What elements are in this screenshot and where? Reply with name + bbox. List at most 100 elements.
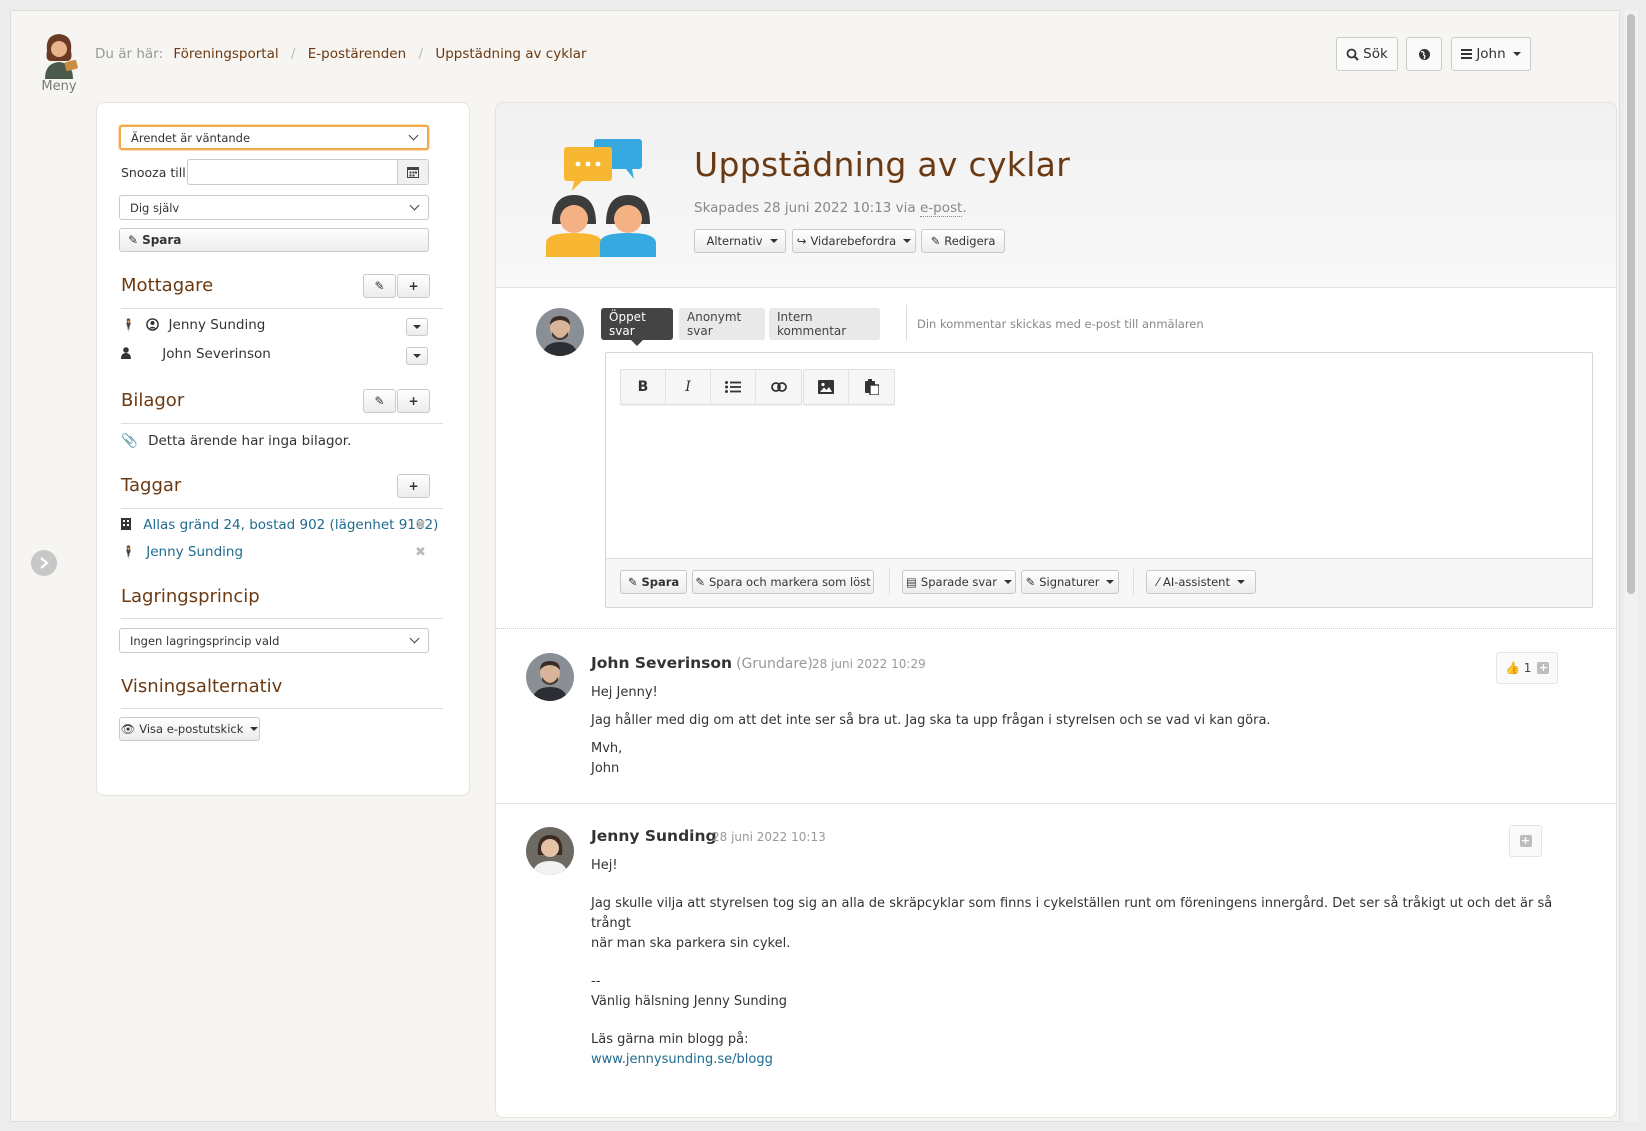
- created-via-link[interactable]: e-post: [920, 200, 963, 217]
- tag-item[interactable]: Allas gränd 24, bostad 902 (lägenhet 910…: [121, 517, 438, 533]
- blog-link[interactable]: www.jennysunding.se/blogg: [591, 1052, 773, 1067]
- message-author-name: Jenny Sunding: [591, 827, 717, 845]
- signatures-button[interactable]: ✎ Signaturer: [1021, 570, 1119, 594]
- recipient-options-dropdown[interactable]: [406, 318, 428, 336]
- section-divider: [121, 508, 443, 509]
- edit-attachments-button[interactable]: ✎: [363, 389, 396, 413]
- expand-sidebar-button[interactable]: [31, 550, 57, 576]
- add-tag-button[interactable]: +: [397, 474, 430, 498]
- view-email-dispatches-button[interactable]: 👁 Visa e-postutskick: [119, 717, 260, 741]
- ticket-header: Uppstädning av cyklar Skapades 28 juni 2…: [496, 103, 1616, 288]
- image-icon: [818, 380, 834, 394]
- assignee-select[interactable]: Dig själv: [119, 195, 429, 220]
- calendar-button[interactable]: [397, 160, 428, 184]
- tag-item[interactable]: 🕴 Jenny Sunding: [121, 544, 243, 560]
- list-button[interactable]: [711, 370, 756, 404]
- ticket-main: Uppstädning av cyklar Skapades 28 juni 2…: [495, 102, 1617, 1118]
- save-reply-button[interactable]: ✎ Spara: [620, 570, 687, 594]
- caret-down-icon: [413, 325, 421, 329]
- search-button[interactable]: Sök: [1336, 37, 1398, 71]
- edit-ticket-button[interactable]: ✎ Redigera: [921, 229, 1005, 253]
- message-line: John: [591, 761, 620, 776]
- forward-button[interactable]: ↪ Vidarebefordra: [792, 229, 916, 253]
- saved-replies-label: Sparade svar: [920, 575, 997, 589]
- scrollbar-thumb[interactable]: [1627, 14, 1635, 594]
- user-menu-button[interactable]: John: [1451, 37, 1531, 71]
- tab-open-reply[interactable]: Öppet svar: [601, 308, 673, 346]
- reaction-bar: +: [1509, 825, 1542, 857]
- menu-label[interactable]: Meny: [31, 79, 87, 94]
- add-attachment-button[interactable]: +: [397, 389, 430, 413]
- reaction-count: 1: [1523, 661, 1532, 675]
- view-email-dispatches-label: Visa e-postutskick: [139, 722, 244, 736]
- ai-assistant-button[interactable]: ⁄ AI-assistent: [1146, 570, 1256, 594]
- snooze-field[interactable]: [187, 159, 429, 185]
- caret-down-icon: [769, 239, 778, 243]
- breadcrumb-item-email-cases[interactable]: E-postärenden: [308, 46, 406, 62]
- status-select-value: Ärendet är väntande: [131, 130, 251, 145]
- paste-button[interactable]: [849, 370, 894, 404]
- assignee-select-value: Dig själv: [130, 200, 180, 215]
- edit-recipients-button[interactable]: ✎: [363, 274, 396, 298]
- author-avatar: [526, 653, 574, 701]
- ticket-created-info: Skapades 28 juni 2022 10:13 via e-post.: [694, 200, 967, 217]
- italic-button[interactable]: I: [666, 370, 711, 404]
- message-body: Hej! Jag skulle vilja att styrelsen tog …: [591, 856, 1571, 1070]
- section-divider: [121, 423, 443, 424]
- recipient-options-dropdown[interactable]: [406, 347, 428, 365]
- recipient-name: John Severinson: [162, 346, 271, 362]
- person-standing-icon: 🕴: [121, 545, 136, 559]
- message-separator: [496, 628, 1616, 629]
- caret-down-icon: [250, 727, 259, 731]
- thumbs-up-reaction-button[interactable]: 👍 1: [1505, 661, 1531, 675]
- caret-down-icon: [1106, 580, 1115, 584]
- save-reply-label: Spara: [641, 575, 680, 589]
- saved-replies-button[interactable]: ▤ Sparade svar: [902, 570, 1016, 594]
- tab-internal-comment[interactable]: Intern kommentar: [769, 308, 880, 340]
- insert-image-button[interactable]: [804, 370, 849, 404]
- reply-note: Din kommentar skickas med e-post till an…: [917, 317, 1204, 331]
- forward-label: Vidarebefordra: [810, 234, 897, 248]
- message-line: Mvh,: [591, 741, 623, 756]
- message-line: Jag håller med dig om att det inte ser s…: [591, 713, 1271, 728]
- bold-button[interactable]: B: [621, 370, 666, 404]
- add-reaction-icon[interactable]: +: [1537, 662, 1550, 674]
- retention-select-value: Ingen lagringsprincip vald: [130, 633, 280, 648]
- add-reaction-icon[interactable]: +: [1519, 835, 1532, 847]
- plus-icon: +: [408, 394, 419, 408]
- status-select[interactable]: Ärendet är väntande: [119, 125, 429, 150]
- edit-ticket-label: Redigera: [944, 234, 996, 248]
- reaction-bar: 👍 1 +: [1496, 652, 1559, 684]
- save-status-button[interactable]: ✎ Spara: [119, 228, 429, 252]
- hamburger-icon: [1461, 49, 1473, 59]
- message-line: Hej Jenny!: [591, 685, 658, 700]
- reply-editor[interactable]: B I ✎ Spara ✎ Spara och markera som löst…: [605, 352, 1593, 608]
- breadcrumb-item-portal[interactable]: Föreningsportal: [173, 46, 278, 62]
- breadcrumb-item-current[interactable]: Uppstädning av cyklar: [435, 46, 586, 62]
- user-circle-icon: [146, 318, 160, 331]
- add-recipient-button[interactable]: +: [397, 274, 430, 298]
- retention-title: Lagringsprincip: [121, 586, 260, 607]
- tab-anonymous-reply[interactable]: Anonymt svar: [679, 308, 765, 340]
- page-scrollbar[interactable]: [1624, 10, 1638, 1122]
- options-button[interactable]: Alternativ: [694, 229, 786, 253]
- message-author-role: (Grundare): [736, 656, 813, 672]
- retention-select[interactable]: Ingen lagringsprincip vald: [119, 628, 429, 653]
- save-and-resolve-button[interactable]: ✎ Spara och markera som löst: [692, 570, 874, 594]
- language-button[interactable]: [1406, 37, 1442, 71]
- editor-footer: ✎ Spara ✎ Spara och markera som löst ▤ S…: [606, 558, 1592, 607]
- remove-tag-icon[interactable]: ✖: [415, 518, 426, 533]
- user-icon: [121, 347, 131, 359]
- edit-icon: ✎: [627, 575, 638, 589]
- message-date: 28 juni 2022 10:29: [812, 657, 926, 671]
- menu-avatar-logo[interactable]: [39, 31, 81, 79]
- caret-down-icon: [1512, 52, 1521, 56]
- edit-icon: ✎: [374, 279, 385, 293]
- chevron-down-icon: [409, 200, 420, 211]
- options-label: Alternativ: [706, 234, 763, 248]
- search-icon: [1346, 48, 1359, 61]
- link-button[interactable]: [756, 370, 801, 404]
- search-button-label: Sök: [1363, 46, 1388, 62]
- chevron-down-icon: [409, 633, 420, 644]
- remove-tag-icon[interactable]: ✖: [415, 545, 426, 560]
